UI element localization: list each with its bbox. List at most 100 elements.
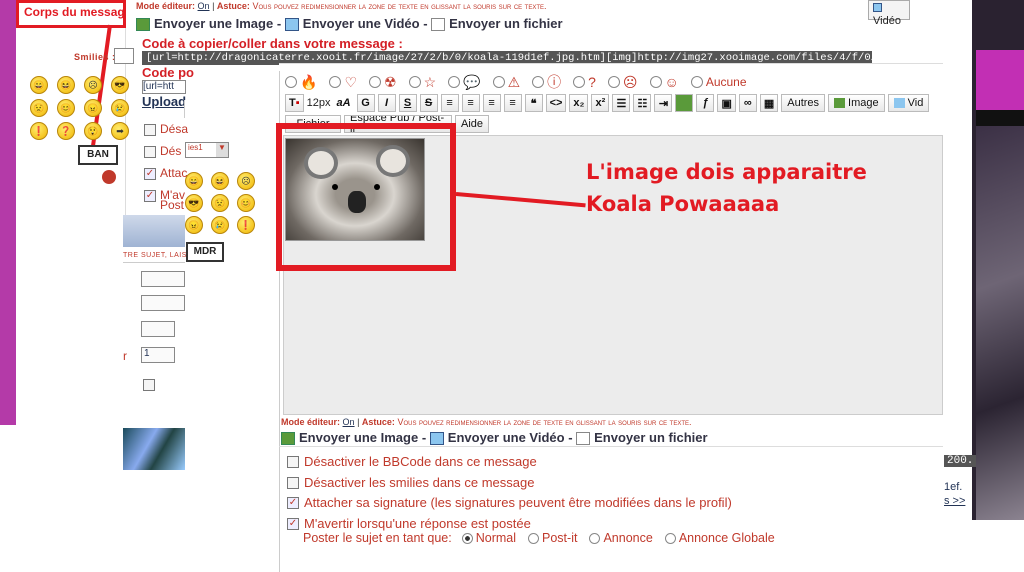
post-icon-option[interactable]: ♡ [329,74,357,91]
option-checkbox[interactable]: ✓ [144,167,156,180]
smilie-category-select[interactable]: ies1 ▼ [185,142,229,158]
align-justify-icon[interactable]: ≡ [503,94,522,112]
font-family-icon[interactable]: aA [334,94,354,112]
option-checkbox[interactable] [287,476,299,489]
video-insert-button[interactable]: Vid [887,94,930,112]
option-checkbox[interactable]: ✓ [287,517,299,530]
smilie-icon[interactable]: 😊 [237,194,255,212]
post-icon-option[interactable]: 🔥 [285,74,317,91]
option-checkbox[interactable]: ✓ [144,189,156,202]
upload-link[interactable]: Upload [142,94,186,109]
smilie-icon[interactable]: ☹ [84,76,102,94]
table-icon[interactable]: ▦ [759,94,779,112]
poster-type-option[interactable]: Normal [461,531,516,545]
option-checkbox[interactable] [287,456,299,469]
video-button[interactable]: Vidéo [868,0,910,27]
mode-line: Mode éditeur: On | Astuce: Vous pouvez r… [136,1,547,11]
smilie-icon[interactable]: 😠 [84,99,102,117]
link-icon[interactable]: ∞ [738,94,757,112]
post-icon-option[interactable]: ⚠ [492,74,520,91]
superscript-button[interactable]: x² [591,94,610,112]
option-label: Désactiver les smilies dans ce message [304,474,535,490]
smilie-icon[interactable]: ☹ [237,172,255,190]
send-file-link[interactable]: Envoyer un fichier [449,16,562,31]
mode-toggle-bottom[interactable]: On [343,417,355,427]
smilie-icon[interactable]: 😟 [211,194,229,212]
field-input-2[interactable] [141,295,185,311]
smilie-icon[interactable]: ➡ [111,122,129,140]
underline-button[interactable]: S [398,94,417,112]
italic-button[interactable]: I [377,94,396,112]
font-size-select[interactable]: 12px [307,97,331,109]
smilie-icon[interactable]: ❗ [237,216,255,234]
post-icon-none[interactable]: Aucune [690,75,747,89]
indent-icon[interactable]: ⇥ [654,94,673,112]
poster-type-option[interactable]: Post-it [528,531,577,545]
flash-icon[interactable]: ƒ [696,94,715,112]
align-left-icon[interactable]: ≡ [440,94,459,112]
post-icon-option[interactable]: ? [573,74,596,90]
option-checkbox[interactable]: ✓ [287,497,299,510]
smilie-icon[interactable]: 😆 [57,76,75,94]
field-label-partial: r [123,349,127,363]
smilie-icon[interactable]: 😎 [185,194,203,212]
field-input-3[interactable] [141,321,175,337]
bullet-list-icon[interactable]: ☰ [612,94,631,112]
mdr-smilie[interactable]: MDR [186,242,224,262]
post-icon-option[interactable]: 💬 [448,74,481,91]
send-image-link-bottom[interactable]: Envoyer une Image [299,430,418,445]
text-color-icon[interactable]: T ▪ [285,94,304,112]
align-center-icon[interactable]: ≡ [461,94,480,112]
smilie-icon[interactable]: 😊 [57,99,75,117]
smilie-icon[interactable]: ❗ [30,122,48,140]
send-file-link-bottom[interactable]: Envoyer un fichier [594,430,707,445]
post-icon-option[interactable]: ⓘ [532,72,561,92]
ban-smilie-face [102,170,116,184]
smilie-icon[interactable]: 😢 [111,99,129,117]
post-icon-option[interactable]: ☢ [369,74,397,91]
smilies-select[interactable] [114,48,134,64]
poster-type-option[interactable]: Annonce [589,531,653,545]
smilie-icon[interactable]: 😄 [185,172,203,190]
code-field-2[interactable]: [url=htt [142,80,186,94]
post-icon-option[interactable]: ☹ [607,74,638,91]
align-right-icon[interactable]: ≡ [482,94,501,112]
ban-smilie[interactable]: BAN [78,145,118,165]
option-label: Attacher sa signature (les signatures pe… [304,495,732,510]
post-icon: 🔥 [300,73,318,90]
field-input-4[interactable]: 1 [141,347,175,363]
smilie-icon[interactable]: 😎 [111,76,129,94]
post-icon-option[interactable]: ☺ [649,74,679,90]
strike-button[interactable]: S [419,94,438,112]
smilie-icon[interactable]: 😠 [185,216,203,234]
bold-button[interactable]: G [356,94,375,112]
background-purple-strip [0,0,16,425]
image-button[interactable]: Image [828,94,885,112]
code-button[interactable]: <> [545,94,567,112]
more-button[interactable]: Autres [781,94,826,112]
back-window [16,0,126,425]
smilie-icon[interactable]: ❓ [57,122,75,140]
send-video-link[interactable]: Envoyer une Vidéo [303,16,420,31]
field-input-1[interactable] [141,271,185,287]
help-button[interactable]: Aide [455,115,490,133]
numbered-list-icon[interactable]: ☷ [633,94,652,112]
smilie-icon[interactable]: 😟 [30,99,48,117]
send-video-link-bottom[interactable]: Envoyer une Vidéo [448,430,565,445]
poster-type-option[interactable]: Annonce Globale [664,531,775,545]
send-row-top: Envoyer une Image - Envoyer une Vidéo - … [136,16,563,32]
smilie-icon[interactable]: 😢 [211,216,229,234]
smilie-icon[interactable]: 😄 [30,76,48,94]
quote-button[interactable]: ❝ [524,94,543,112]
mode-toggle[interactable]: On [198,1,210,11]
field-checkbox[interactable] [143,379,155,391]
smilie-icon[interactable]: 😲 [84,122,102,140]
option-checkbox[interactable] [144,145,156,158]
smilie-icon[interactable]: 😆 [211,172,229,190]
subscript-button[interactable]: x₂ [569,94,589,112]
video-icon[interactable]: ▣ [717,94,736,112]
image-icon[interactable] [675,94,694,112]
post-icon-option[interactable]: ☆ [408,74,436,91]
option-checkbox[interactable] [144,123,156,136]
send-image-link[interactable]: Envoyer une Image [154,16,273,31]
